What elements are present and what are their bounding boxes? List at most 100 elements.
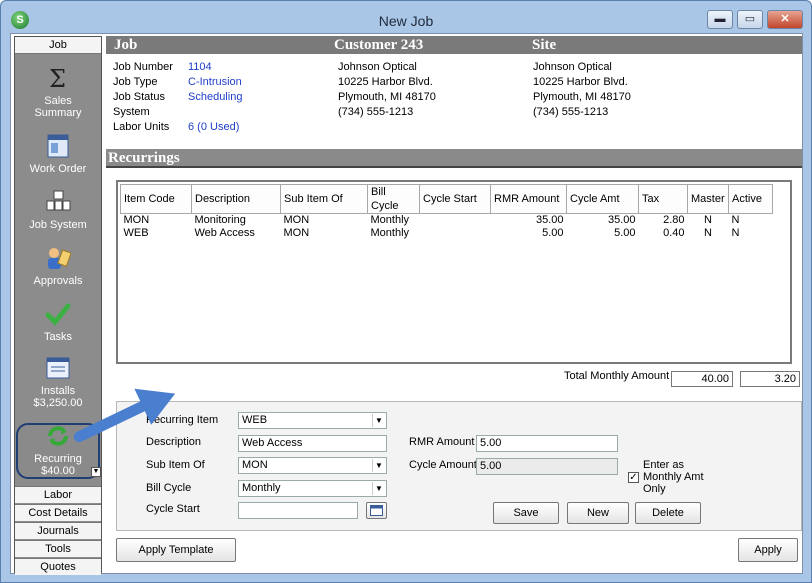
job-system-icon [46,190,71,211]
nav-label: Recurring $40.00 [34,453,82,477]
description-label: Description [146,436,202,448]
total-monthly-amount-value: 40.00 [671,371,733,387]
recurrings-section-title: Recurrings [106,149,802,168]
cell: 35.00 [607,214,636,226]
customer-city: Plymouth, MI 48170 [338,91,436,103]
sub-item-of-label: Sub Item Of [146,459,205,471]
apply-button[interactable]: Apply [738,538,798,562]
nav-item-sales-summary[interactable]: Σ Sales Summary [15,65,101,119]
customer-address: Johnson Optical 10225 Harbor Blvd. Plymo… [338,60,436,120]
col-sub-item-of[interactable]: Sub Item Of [280,184,368,214]
col-rmr-amount[interactable]: RMR Amount [490,184,567,214]
system-value[interactable] [188,105,242,120]
table-row[interactable]: MON Monitoring MON Monthly 35.00 35.00 2… [121,214,773,228]
cycle-amount-value: 5.00 [476,458,618,475]
cell: MON [283,214,310,226]
cycle-start-input[interactable] [238,502,358,519]
site-phone: (734) 555-1213 [533,106,609,118]
chevron-down-icon[interactable]: ▼ [372,414,385,427]
sub-item-of-value: MON [242,459,268,471]
nav-item-job-system[interactable]: Job System [15,189,101,231]
total-monthly-amount-label: Total Monthly Amount [564,370,670,382]
system-label: System [113,106,150,118]
nav-item-quotes[interactable]: Quotes [15,558,101,575]
cell: Web Access [194,227,255,239]
recurring-item-select[interactable]: WEB ▼ [238,412,387,429]
nav-label: Sales Summary [34,95,82,119]
approvals-icon [48,248,71,269]
save-button[interactable]: Save [493,502,559,524]
recurrings-table: Item Code Description Sub Item Of Bill C… [120,184,773,240]
recurrings-grid[interactable]: Item Code Description Sub Item Of Bill C… [116,180,792,364]
cell: N [731,227,740,239]
description-input[interactable]: Web Access [238,435,387,452]
col-tax[interactable]: Tax [638,184,688,214]
cycle-amount-label: Cycle Amount [409,459,477,471]
nav-item-work-order[interactable]: Work Order [15,133,101,175]
nav-item-journals[interactable]: Journals [15,522,101,539]
rmr-amount-label: RMR Amount [409,436,475,448]
job-number-label: Job Number [113,61,173,73]
cell: 2.80 [663,214,685,226]
installs-icon [46,357,70,379]
enter-as-monthly-checkbox[interactable]: ✓ [628,472,639,483]
sub-item-of-select[interactable]: MON ▼ [238,457,387,474]
cell: Monthly [370,227,410,239]
col-cycle-start[interactable]: Cycle Start [419,184,491,214]
cell: 35.00 [535,214,564,226]
job-labels: Job Number Job Type Job Status System La… [113,60,173,135]
calendar-button[interactable] [366,502,387,519]
col-master[interactable]: Master [687,184,729,214]
apply-template-button[interactable]: Apply Template [116,538,236,562]
bill-cycle-select[interactable]: Monthly ▼ [238,480,387,497]
site-address: Johnson Optical 10225 Harbor Blvd. Plymo… [533,60,631,120]
nav-item-approvals[interactable]: Approvals [15,245,101,287]
nav-item-tasks[interactable]: Tasks [15,301,101,343]
nav-item-labor[interactable]: Labor [15,486,101,503]
new-button[interactable]: New [567,502,629,524]
cell: 5.00 [542,227,564,239]
job-type-value[interactable]: C-Intrusion [188,75,242,90]
col-description[interactable]: Description [191,184,281,214]
cell: Monthly [370,214,410,226]
chevron-down-icon[interactable]: ▼ [372,482,385,495]
nav-label: Job System [29,219,87,231]
cell: N [731,214,740,226]
main-panel: Job Customer 243 Site Job Number Job Typ… [106,34,802,573]
cell: WEB [123,227,149,239]
nav-item-cost-details[interactable]: Cost Details [15,504,101,521]
col-active[interactable]: Active [728,184,773,214]
total-tax-value: 3.20 [740,371,800,387]
cell: 0.40 [663,227,685,239]
job-number-value[interactable]: 1104 [188,60,242,75]
cell [420,214,491,228]
col-cycle-amt[interactable]: Cycle Amt [566,184,639,214]
col-bill-cycle[interactable]: Bill Cycle [367,184,420,214]
site-street: 10225 Harbor Blvd. [533,76,628,88]
rmr-amount-input[interactable]: 5.00 [476,435,618,452]
nav-item-tools[interactable]: Tools [15,540,101,557]
work-order-icon [47,134,69,158]
nav-tab-job[interactable]: Job [15,37,101,54]
job-type-label: Job Type [113,76,158,88]
col-item-code[interactable]: Item Code [120,184,192,214]
bill-cycle-label: Bill Cycle [146,482,192,494]
dropdown-arrow-icon[interactable]: ▼ [91,467,101,477]
site-heading: Site [532,37,557,53]
bill-cycle-value: Monthly [242,482,281,494]
chevron-down-icon[interactable]: ▼ [372,459,385,472]
window-title: New Job [378,13,434,29]
checkmark-icon [45,303,71,326]
job-status-value[interactable]: Scheduling [188,90,242,105]
nav-item-installs[interactable]: Installs $3,250.00 [15,355,101,409]
delete-button[interactable]: Delete [635,502,701,524]
recurring-icon [48,426,68,446]
table-row[interactable]: WEB Web Access MON Monthly 5.00 5.00 0.4… [121,227,773,240]
nav-item-recurring[interactable]: Recurring $40.00 [15,423,101,477]
minimize-button[interactable]: ▬ [707,10,733,29]
close-button[interactable]: ✕ [767,10,803,29]
maximize-button[interactable]: ▭ [737,10,763,29]
customer-street: 10225 Harbor Blvd. [338,76,433,88]
labor-units-value[interactable]: 6 (0 Used) [188,120,242,135]
cell: N [704,214,712,226]
